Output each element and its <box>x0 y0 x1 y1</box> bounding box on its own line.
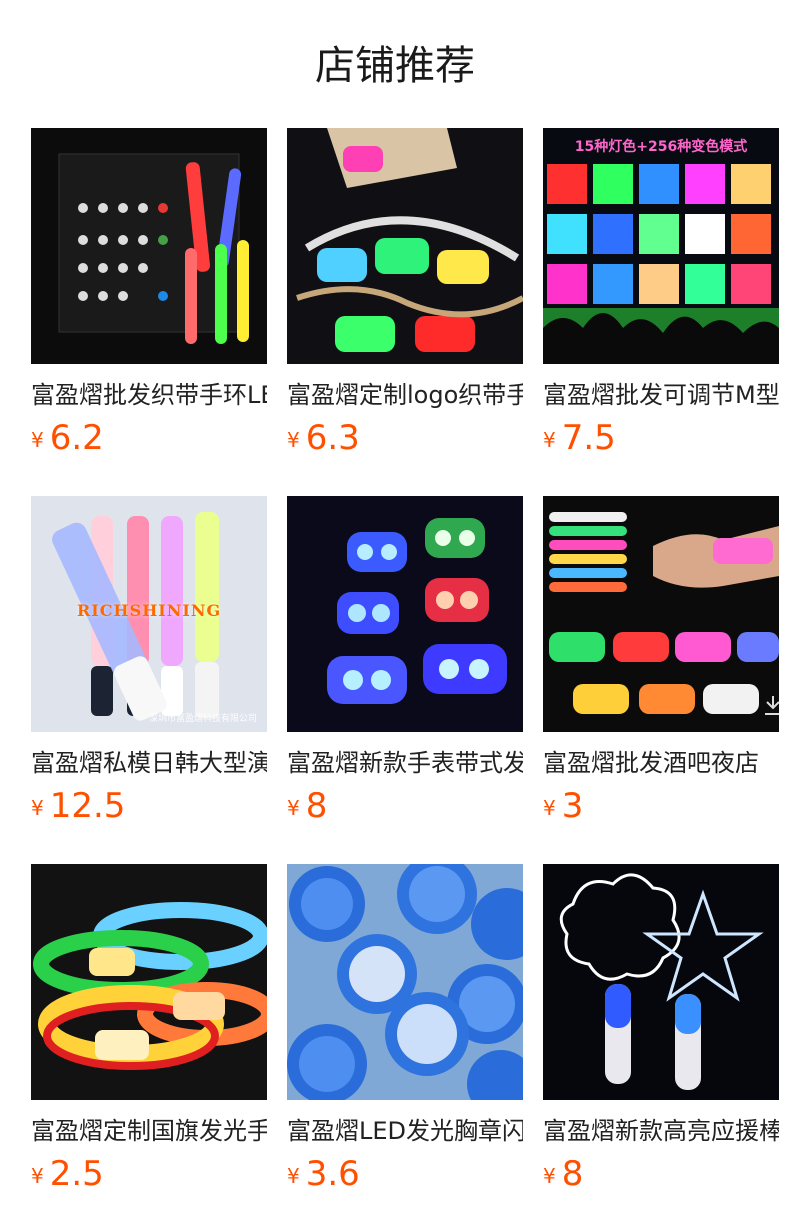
product-image-color-modes[interactable]: 15种灯色+256种变色模式 <box>543 128 779 364</box>
product-price: ¥8 <box>287 786 327 826</box>
product-price: ¥2.5 <box>31 1154 104 1194</box>
price-value: 12.5 <box>49 786 126 826</box>
product-name[interactable]: 富盈熠批发织带手环LED <box>31 378 267 412</box>
price-value: 3.6 <box>305 1154 360 1194</box>
product-price: ¥7.5 <box>543 418 616 458</box>
currency-symbol: ¥ <box>287 1164 300 1188</box>
product-price: ¥3.6 <box>287 1154 360 1194</box>
product-name[interactable]: 富盈熠定制logo织带手环 <box>287 378 523 412</box>
price-value: 8 <box>561 1154 584 1194</box>
currency-symbol: ¥ <box>31 428 44 452</box>
product-image-wristbands-remote[interactable] <box>31 128 267 364</box>
product-card[interactable]: 富盈熠LED发光胸章闪 ¥3.6 <box>287 864 523 1194</box>
product-image-woven-wristbands[interactable] <box>287 128 523 364</box>
currency-symbol: ¥ <box>543 796 556 820</box>
product-name[interactable]: 富盈熠批发酒吧夜店 <box>543 746 779 780</box>
price-value: 2.5 <box>49 1154 104 1194</box>
product-price: ¥8 <box>543 1154 583 1194</box>
currency-symbol: ¥ <box>287 796 300 820</box>
currency-symbol: ¥ <box>31 796 44 820</box>
product-name[interactable]: 富盈熠定制国旗发光手环 <box>31 1114 267 1148</box>
product-card[interactable]: RICHSHINING 深圳市富盈熠科技有限公司 富盈熠私模日韩大型演唱会 ¥1… <box>31 496 267 826</box>
image-banner-text: 15种灯色+256种变色模式 <box>574 139 748 155</box>
product-price: ¥6.2 <box>31 418 104 458</box>
product-name[interactable]: 富盈熠批发可调节M型 <box>543 378 779 412</box>
product-image-watch-bands[interactable] <box>287 496 523 732</box>
product-name[interactable]: 富盈熠LED发光胸章闪 <box>287 1114 523 1148</box>
product-card[interactable]: 富盈熠定制logo织带手环 ¥6.3 <box>287 128 523 458</box>
product-image-bar-bracelets[interactable] <box>543 496 779 732</box>
product-card[interactable]: 富盈熠定制国旗发光手环 ¥2.5 <box>31 864 267 1194</box>
image-brand-overlay: RICHSHINING <box>77 601 222 620</box>
product-image-acrylic-light-sticks[interactable] <box>543 864 779 1100</box>
product-card[interactable]: 富盈熠批发织带手环LED ¥6.2 <box>31 128 267 458</box>
product-card[interactable]: 富盈熠批发酒吧夜店 ¥3 <box>543 496 779 826</box>
product-price: ¥3 <box>543 786 583 826</box>
section-title: 店铺推荐 <box>315 43 475 89</box>
product-price: ¥6.3 <box>287 418 360 458</box>
product-image-flag-bracelets[interactable] <box>31 864 267 1100</box>
price-value: 6.3 <box>305 418 360 458</box>
product-name[interactable]: 富盈熠新款高亮应援棒 <box>543 1114 779 1148</box>
price-value: 6.2 <box>49 418 104 458</box>
price-value: 3 <box>561 786 584 826</box>
currency-symbol: ¥ <box>287 428 300 452</box>
product-card[interactable]: 15种灯色+256种变色模式 富盈熠批发可调节M型 ¥7.5 <box>543 128 779 458</box>
product-name[interactable]: 富盈熠新款手表带式发光 <box>287 746 523 780</box>
currency-symbol: ¥ <box>543 1164 556 1188</box>
currency-symbol: ¥ <box>543 428 556 452</box>
image-watermark: 深圳市富盈熠科技有限公司 <box>148 714 257 724</box>
product-card[interactable]: 富盈熠新款手表带式发光 ¥8 <box>287 496 523 826</box>
product-name[interactable]: 富盈熠私模日韩大型演唱会 <box>31 746 267 780</box>
product-price: ¥12.5 <box>31 786 125 826</box>
product-image-led-badges[interactable] <box>287 864 523 1100</box>
product-card[interactable]: 富盈熠新款高亮应援棒 ¥8 <box>543 864 779 1194</box>
price-value: 7.5 <box>561 418 616 458</box>
price-value: 8 <box>305 786 328 826</box>
currency-symbol: ¥ <box>31 1164 44 1188</box>
product-image-light-sticks[interactable]: RICHSHINING 深圳市富盈熠科技有限公司 <box>31 496 267 732</box>
